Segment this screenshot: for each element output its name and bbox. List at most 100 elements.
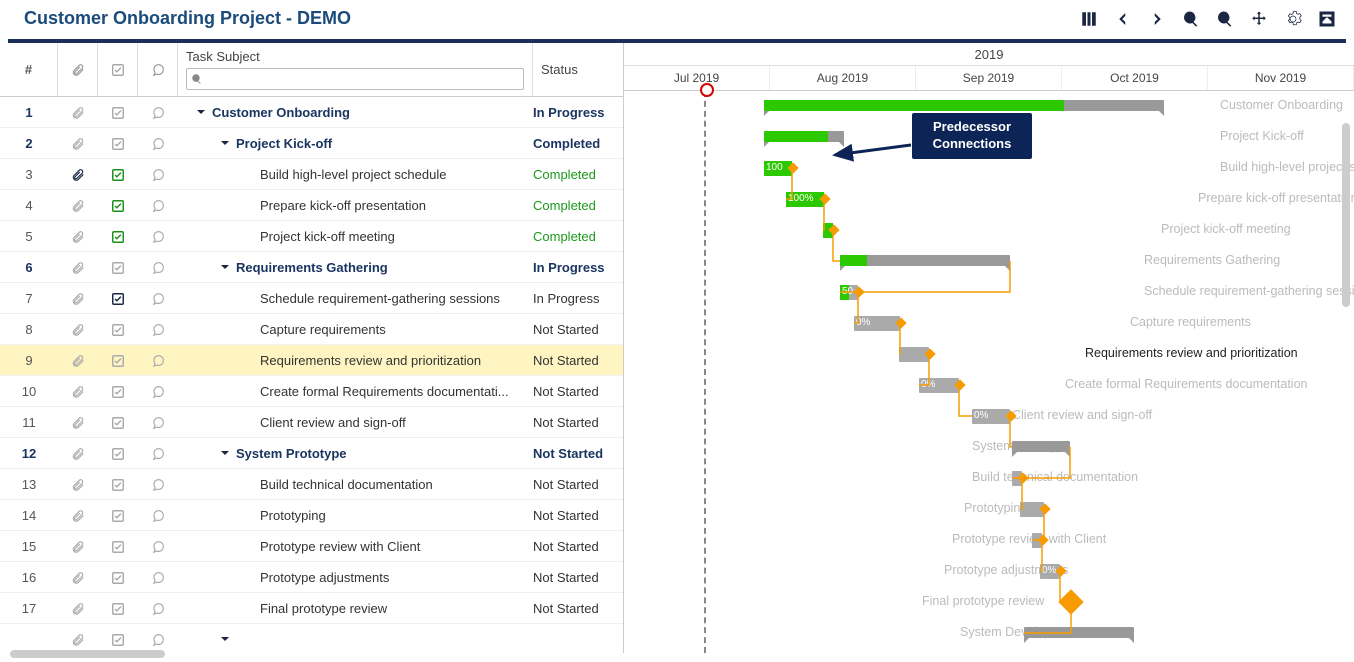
task-row[interactable]: 9Requirements review and prioritizationN…	[0, 345, 623, 376]
comment-icon[interactable]	[138, 414, 178, 430]
checkbox-icon[interactable]	[98, 445, 138, 461]
checkbox-icon[interactable]	[98, 476, 138, 492]
attachment-icon[interactable]	[58, 538, 98, 554]
zoom-out-icon[interactable]	[1182, 10, 1200, 28]
comment-icon[interactable]	[138, 507, 178, 523]
checkbox-icon[interactable]	[98, 600, 138, 616]
zoom-in-icon[interactable]	[1216, 10, 1234, 28]
attachment-icon[interactable]	[58, 259, 98, 275]
task-row[interactable]: 15Prototype review with ClientNot Starte…	[0, 531, 623, 562]
task-row[interactable]: 7Schedule requirement-gathering sessions…	[0, 283, 623, 314]
columns-icon[interactable]	[1080, 10, 1098, 28]
attachment-icon[interactable]	[58, 104, 98, 120]
checkbox-icon[interactable]	[98, 197, 138, 213]
comment-icon[interactable]	[138, 538, 178, 554]
task-subject-cell[interactable]: Project kick-off meeting	[178, 229, 533, 244]
task-subject-cell[interactable]: Project Kick-off	[178, 136, 533, 151]
task-subject-cell[interactable]: Requirements review and prioritization	[178, 353, 533, 368]
task-subject-cell[interactable]: Build technical documentation	[178, 477, 533, 492]
attachment-icon[interactable]	[58, 197, 98, 213]
back-icon[interactable]	[1114, 10, 1132, 28]
col-header-checkbox[interactable]	[98, 43, 138, 96]
horizontal-scrollbar[interactable]	[10, 650, 165, 658]
task-row[interactable]: 5Project kick-off meetingCompleted	[0, 221, 623, 252]
checkbox-icon[interactable]	[98, 290, 138, 306]
gantt-chart[interactable]: 2019 Jul 2019Aug 2019Sep 2019Oct 2019Nov…	[624, 43, 1354, 653]
comment-icon[interactable]	[138, 166, 178, 182]
comment-icon[interactable]	[138, 383, 178, 399]
gantt-summary-bar[interactable]	[764, 100, 1164, 111]
vertical-scrollbar[interactable]	[1342, 123, 1350, 307]
comment-icon[interactable]	[138, 228, 178, 244]
comment-icon[interactable]	[138, 445, 178, 461]
attachment-icon[interactable]	[58, 135, 98, 151]
task-row[interactable]	[0, 624, 623, 653]
comment-icon[interactable]	[138, 290, 178, 306]
task-subject-cell[interactable]: Prototype review with Client	[178, 539, 533, 554]
task-subject-cell[interactable]: Requirements Gathering	[178, 260, 533, 275]
task-row[interactable]: 3Build high-level project scheduleComple…	[0, 159, 623, 190]
checkbox-icon[interactable]	[98, 507, 138, 523]
attachment-icon[interactable]	[58, 445, 98, 461]
gantt-task-bar[interactable]: 100%	[786, 192, 824, 207]
task-row[interactable]: 2Project Kick-offCompleted	[0, 128, 623, 159]
comment-icon[interactable]	[138, 104, 178, 120]
task-subject-cell[interactable]: Create formal Requirements documentati..…	[178, 384, 533, 399]
task-row[interactable]: 4Prepare kick-off presentationCompleted	[0, 190, 623, 221]
attachment-icon[interactable]	[58, 383, 98, 399]
gantt-task-bar[interactable]: 0%	[854, 316, 900, 331]
fullscreen-icon[interactable]	[1318, 10, 1336, 28]
attachment-icon[interactable]	[58, 290, 98, 306]
gantt-task-bar[interactable]: 0%	[919, 378, 959, 393]
task-subject-cell[interactable]: Capture requirements	[178, 322, 533, 337]
comment-icon[interactable]	[138, 197, 178, 213]
checkbox-icon[interactable]	[98, 352, 138, 368]
comment-icon[interactable]	[138, 352, 178, 368]
checkbox-icon[interactable]	[98, 228, 138, 244]
checkbox-icon[interactable]	[98, 104, 138, 120]
task-row[interactable]: 8Capture requirementsNot Started	[0, 314, 623, 345]
task-row[interactable]: 14PrototypingNot Started	[0, 500, 623, 531]
comment-icon[interactable]	[138, 135, 178, 151]
attachment-icon[interactable]	[58, 228, 98, 244]
gantt-summary-bar[interactable]	[1024, 627, 1134, 638]
task-row[interactable]: 13Build technical documentationNot Start…	[0, 469, 623, 500]
task-row[interactable]: 11Client review and sign-offNot Started	[0, 407, 623, 438]
attachment-icon[interactable]	[58, 166, 98, 182]
task-subject-cell[interactable]: Client review and sign-off	[178, 415, 533, 430]
col-header-number[interactable]: #	[0, 43, 58, 96]
comment-icon[interactable]	[138, 569, 178, 585]
task-row[interactable]: 6Requirements GatheringIn Progress	[0, 252, 623, 283]
comment-icon[interactable]	[138, 476, 178, 492]
attachment-icon[interactable]	[58, 476, 98, 492]
task-row[interactable]: 12System PrototypeNot Started	[0, 438, 623, 469]
search-input-wrap[interactable]	[186, 68, 524, 90]
attachment-icon[interactable]	[58, 507, 98, 523]
col-header-comments[interactable]	[138, 43, 178, 96]
task-subject-cell[interactable]: Prototype adjustments	[178, 570, 533, 585]
col-header-status[interactable]: Status	[533, 43, 623, 96]
checkbox-icon[interactable]	[98, 569, 138, 585]
task-subject-cell[interactable]: Prototyping	[178, 508, 533, 523]
task-subject-cell[interactable]: System Prototype	[178, 446, 533, 461]
gantt-summary-bar[interactable]	[1012, 441, 1070, 452]
gantt-task-bar[interactable]: 0%	[972, 409, 1010, 424]
task-subject-cell[interactable]	[178, 634, 533, 644]
task-subject-cell[interactable]: Prepare kick-off presentation	[178, 198, 533, 213]
attachment-icon[interactable]	[58, 414, 98, 430]
task-subject-cell[interactable]: Build high-level project schedule	[178, 167, 533, 182]
task-row[interactable]: 10Create formal Requirements documentati…	[0, 376, 623, 407]
comment-icon[interactable]	[138, 631, 178, 647]
search-input[interactable]	[205, 70, 520, 88]
checkbox-icon[interactable]	[98, 631, 138, 647]
checkbox-icon[interactable]	[98, 383, 138, 399]
forward-icon[interactable]	[1148, 10, 1166, 28]
task-row[interactable]: 17Final prototype reviewNot Started	[0, 593, 623, 624]
task-row[interactable]: 16Prototype adjustmentsNot Started	[0, 562, 623, 593]
col-header-attachment[interactable]	[58, 43, 98, 96]
attachment-icon[interactable]	[58, 352, 98, 368]
settings-icon[interactable]	[1284, 10, 1302, 28]
task-subject-cell[interactable]: Final prototype review	[178, 601, 533, 616]
attachment-icon[interactable]	[58, 569, 98, 585]
checkbox-icon[interactable]	[98, 414, 138, 430]
